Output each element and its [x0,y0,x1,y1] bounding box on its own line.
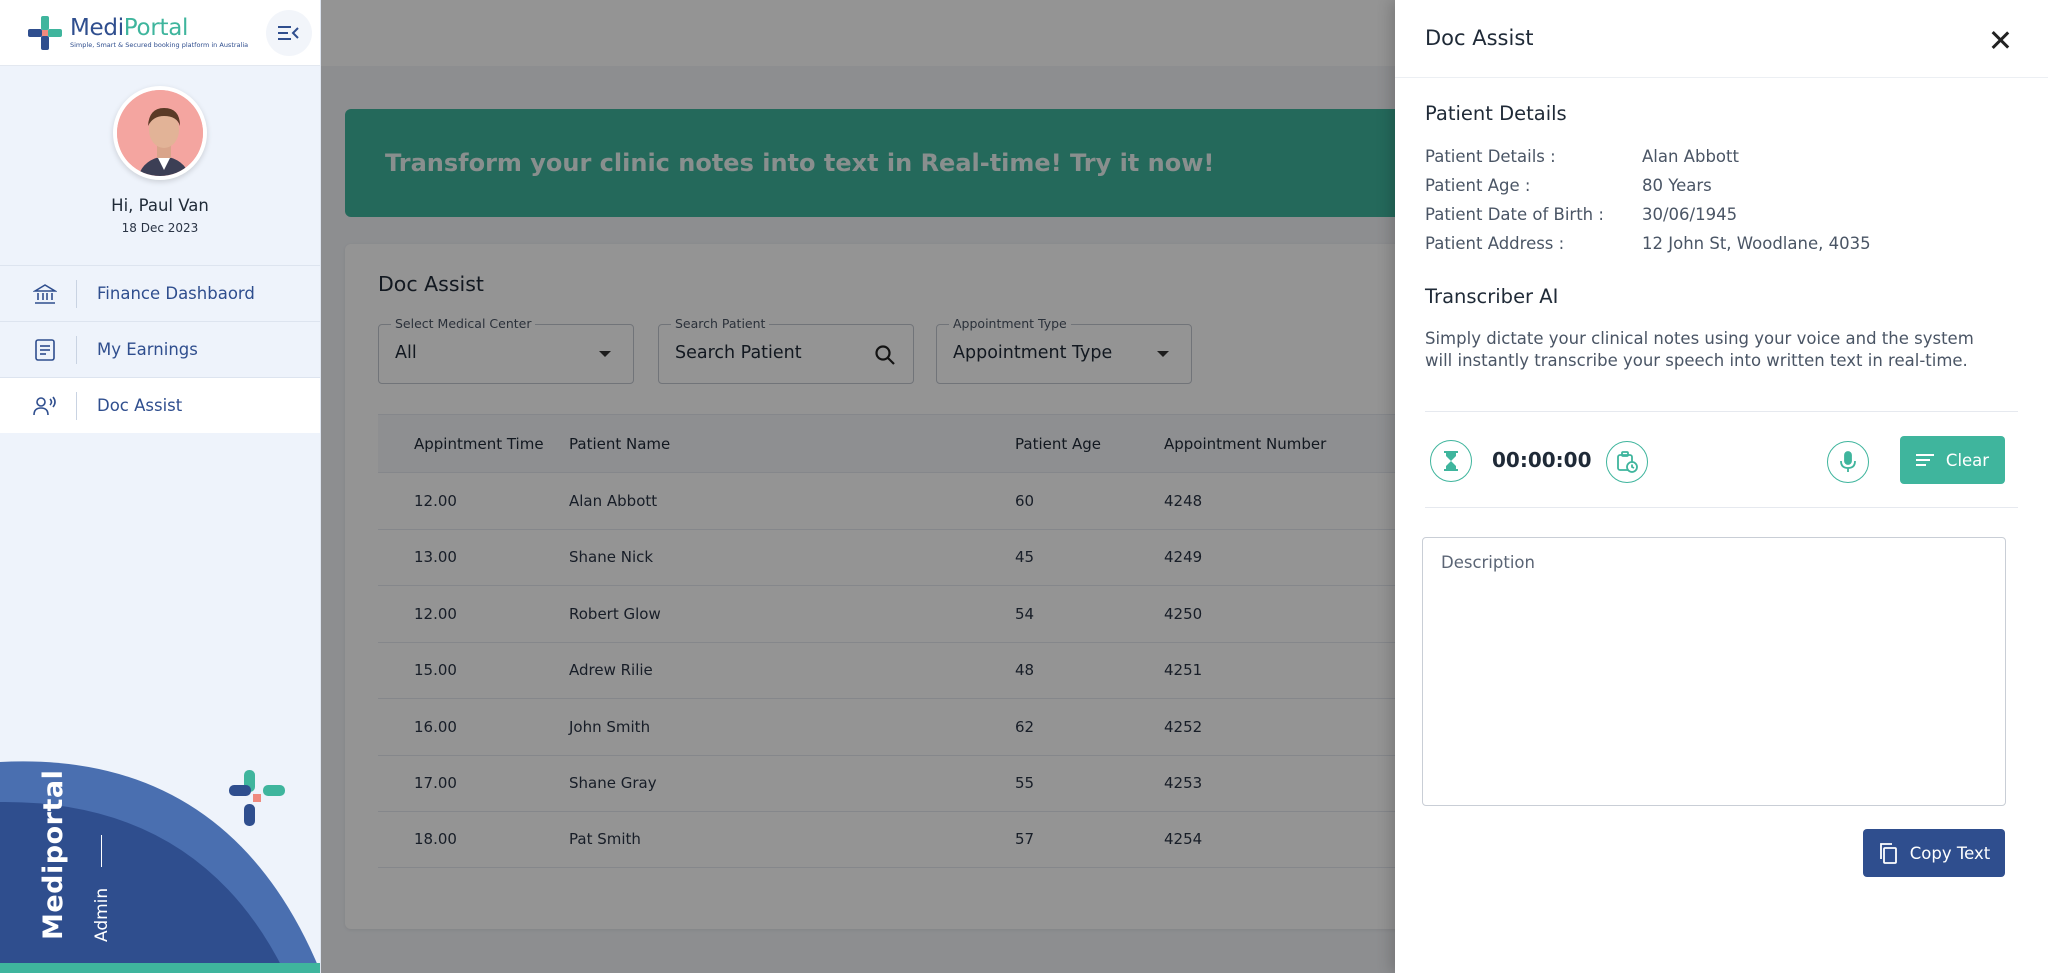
sidebar-item-finance-dashboard[interactable]: Finance Dashbaord [0,265,320,321]
clear-button[interactable]: Clear [1900,436,2005,484]
detail-value: 30/06/1945 [1642,205,1738,224]
detail-row-dob: Patient Date of Birth : 30/06/1945 [1425,205,1737,224]
modal-backdrop[interactable] [321,0,1395,973]
mediportal-logo-icon [28,15,62,50]
detail-value: Alan Abbott [1642,147,1739,166]
logo-title-part1: Medi [70,15,124,41]
microphone-button[interactable] [1827,441,1869,483]
description-textarea[interactable] [1422,537,2006,806]
microphone-icon [1840,451,1856,472]
document-icon [32,337,58,363]
sidebar-item-label: Doc Assist [97,396,183,415]
detail-label: Patient Address : [1425,234,1565,253]
sidebar: MediPortal Simple, Smart & Secured booki… [0,0,321,973]
nav-separator [76,391,77,420]
menu-collapse-button[interactable] [266,10,312,56]
transcriber-title: Transcriber AI [1425,285,1559,308]
logo-tagline: Simple, Smart & Secured booking platform… [70,41,249,49]
profile-date: 18 Dec 2023 [121,221,199,235]
drawer-title: Doc Assist [1425,26,1534,50]
greeting: Hi, Paul Van [111,196,209,215]
sidebar-item-label: Finance Dashbaord [97,284,255,303]
detail-label: Patient Date of Birth : [1425,205,1604,224]
menu-collapse-icon [278,26,299,40]
avatar[interactable] [113,86,207,180]
clear-icon [1915,453,1934,467]
transcriber-intro: Simply dictate your clinical notes using… [1425,329,1974,370]
divider [1425,411,2018,412]
sidebar-item-doc-assist[interactable]: Doc Assist [0,377,320,433]
nav-separator [76,279,77,308]
detail-row-address: Patient Address : 12 John St, Woodlane, … [1425,234,1871,253]
bank-icon [32,281,58,307]
logo-bar: MediPortal Simple, Smart & Secured booki… [0,0,320,66]
logo-text: MediPortal Simple, Smart & Secured booki… [70,15,248,50]
clear-label: Clear [1945,450,1990,470]
doc-assist-drawer: Doc Assist Patient Details Patient Detai… [1395,0,2048,973]
voice-user-icon [32,393,58,419]
detail-row-name: Patient Details : Alan Abbott [1425,147,1739,166]
divider [1425,507,2018,508]
sidebar-item-my-earnings[interactable]: My Earnings [0,321,320,377]
detail-label: Patient Details : [1425,147,1556,166]
schedule-button[interactable] [1606,441,1648,483]
sidebar-role-text: Admin [92,887,112,942]
clipboard-clock-icon [1617,451,1638,473]
patient-details-title: Patient Details [1425,102,1567,125]
copy-text-button[interactable]: Copy Text [1863,829,2005,877]
copy-icon [1878,842,1898,864]
sidebar-nav: Finance Dashbaord My Earnings Doc Assist [0,265,320,433]
role-divider [101,835,102,867]
timer-button[interactable] [1430,440,1472,482]
nav-separator [76,335,77,364]
hourglass-icon [1444,451,1458,471]
copy-text-label: Copy Text [1909,843,1991,863]
detail-value: 80 Years [1642,176,1712,195]
logo-title-part2: Portal [123,15,189,41]
detail-label: Patient Age : [1425,176,1531,195]
drawer-header: Doc Assist [1395,0,2048,78]
timer-display: 00:00:00 [1492,448,1592,472]
profile-block: Hi, Paul Van 18 Dec 2023 [0,66,320,266]
sidebar-item-label: My Earnings [97,340,198,359]
detail-value: 12 John St, Woodlane, 4035 [1642,234,1871,253]
close-icon[interactable] [1990,30,2010,50]
detail-row-age: Patient Age : 80 Years [1425,176,1712,195]
sidebar-brand-text: Mediportal [38,769,69,940]
